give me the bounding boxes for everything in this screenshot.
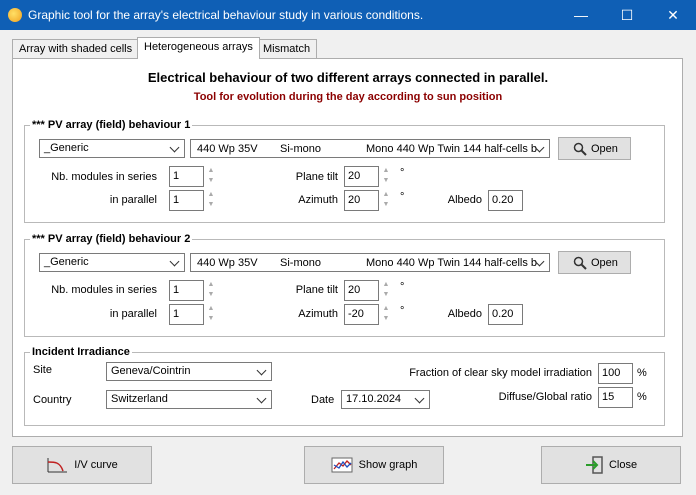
series-spinner-2[interactable]: ▲ ▼	[205, 280, 217, 301]
module-power-1: 440 Wp 35V	[197, 143, 258, 155]
open-button-1[interactable]: Open	[558, 137, 631, 160]
magnifier-icon	[573, 142, 587, 156]
graph-icon	[331, 457, 353, 473]
minimize-button[interactable]: —	[558, 0, 604, 30]
tilt-label-2: Plane tilt	[295, 284, 338, 296]
irradiance-legend: Incident Irradiance	[30, 346, 132, 358]
module-model-1: Mono 440 Wp Twin 144 half-cells b	[366, 143, 537, 155]
tilt-degree-2: °	[400, 281, 405, 293]
open-button-2[interactable]: Open	[558, 251, 631, 274]
site-value: Geneva/Cointrin	[111, 365, 191, 377]
country-label: Country	[33, 394, 72, 406]
iv-curve-icon	[47, 458, 68, 473]
module-select-2[interactable]: 440 Wp 35V Si-mono Mono 440 Wp Twin 144 …	[190, 253, 550, 272]
open-label-1: Open	[591, 142, 618, 155]
chevron-down-icon	[255, 392, 269, 407]
series-spinner-1[interactable]: ▲ ▼	[205, 166, 217, 187]
tilt-spinner-2[interactable]: ▲ ▼	[380, 280, 392, 301]
date-picker[interactable]: 17.10.2024	[341, 390, 430, 409]
series-label-1: Nb. modules in series	[51, 171, 157, 183]
albedo-input-1[interactable]: 0.20	[488, 190, 523, 211]
manufacturer-value-2: _Generic	[44, 256, 89, 268]
iv-curve-label: I/V curve	[74, 459, 118, 471]
show-graph-label: Show graph	[358, 459, 418, 471]
series-label-2: Nb. modules in series	[51, 284, 157, 296]
series-input-2[interactable]: 1	[169, 280, 204, 301]
tilt-input-1[interactable]: 20	[344, 166, 379, 187]
tab-mismatch[interactable]: Mismatch	[256, 39, 318, 59]
diffuse-ratio-percent: %	[637, 391, 647, 403]
parallel-input-2[interactable]: 1	[169, 304, 204, 325]
app-icon	[8, 8, 22, 22]
open-label-2: Open	[591, 256, 618, 269]
exit-door-icon	[585, 456, 603, 474]
tilt-spinner-1[interactable]: ▲ ▼	[380, 166, 392, 187]
tab-heterogeneous-arrays[interactable]: Heterogeneous arrays	[137, 37, 260, 59]
azimuth-input-1[interactable]: 20	[344, 190, 379, 211]
country-select[interactable]: Switzerland	[106, 390, 272, 409]
page-heading: Electrical behaviour of two different ar…	[147, 70, 549, 85]
title-bar: Graphic tool for the array's electrical …	[0, 0, 696, 30]
parallel-spinner-2[interactable]: ▲ ▼	[205, 304, 217, 325]
close-window-button[interactable]: ✕	[650, 0, 696, 30]
azimuth-spinner-1[interactable]: ▲ ▼	[380, 190, 392, 211]
module-model-2: Mono 440 Wp Twin 144 half-cells b	[366, 257, 537, 269]
albedo-input-2[interactable]: 0.20	[488, 304, 523, 325]
manufacturer-value-1: _Generic	[44, 142, 89, 154]
series-input-1[interactable]: 1	[169, 166, 204, 187]
show-graph-button[interactable]: Show graph	[304, 446, 444, 484]
chevron-down-icon	[413, 392, 427, 407]
azimuth-label-2: Azimuth	[298, 308, 338, 320]
diffuse-ratio-input[interactable]: 15	[598, 387, 633, 408]
parallel-label-1: in parallel	[109, 194, 157, 206]
chevron-down-icon	[168, 255, 182, 270]
azimuth-label-1: Azimuth	[298, 194, 338, 206]
group-1-legend: *** PV array (field) behaviour 1	[30, 119, 193, 131]
manufacturer-select-2[interactable]: _Generic	[39, 253, 185, 272]
parallel-spinner-1[interactable]: ▲ ▼	[205, 190, 217, 211]
albedo-label-2: Albedo	[447, 308, 482, 320]
azimuth-input-2[interactable]: -20	[344, 304, 379, 325]
module-select-1[interactable]: 440 Wp 35V Si-mono Mono 440 Wp Twin 144 …	[190, 139, 550, 158]
clear-sky-input[interactable]: 100	[598, 363, 633, 384]
country-value: Switzerland	[111, 393, 168, 405]
date-value: 17.10.2024	[346, 393, 402, 405]
maximize-button[interactable]: ☐	[604, 0, 650, 30]
iv-curve-button[interactable]: I/V curve	[12, 446, 152, 484]
magnifier-icon	[573, 256, 587, 270]
module-power-2: 440 Wp 35V	[197, 257, 258, 269]
albedo-label-1: Albedo	[447, 194, 482, 206]
parallel-input-1[interactable]: 1	[169, 190, 204, 211]
clear-sky-percent: %	[637, 367, 647, 379]
clear-sky-label: Fraction of clear sky model irradiation	[409, 367, 592, 379]
chevron-down-icon	[533, 255, 547, 270]
group-2-legend: *** PV array (field) behaviour 2	[30, 233, 193, 245]
module-tech-2: Si-mono	[280, 257, 321, 269]
date-label: Date	[311, 394, 335, 406]
manufacturer-select-1[interactable]: _Generic	[39, 139, 185, 158]
parallel-label-2: in parallel	[109, 308, 157, 320]
site-label: Site	[33, 364, 52, 376]
tab-array-with-shaded-cells[interactable]: Array with shaded cells	[12, 39, 140, 59]
azimuth-degree-1: °	[400, 191, 405, 203]
tilt-label-1: Plane tilt	[295, 171, 338, 183]
page-subheading: Tool for evolution during the day accord…	[193, 91, 503, 103]
module-tech-1: Si-mono	[280, 143, 321, 155]
window-title: Graphic tool for the array's electrical …	[28, 8, 424, 22]
azimuth-degree-2: °	[400, 305, 405, 317]
tilt-input-2[interactable]: 20	[344, 280, 379, 301]
close-label: Close	[608, 459, 638, 471]
chevron-down-icon	[168, 141, 182, 156]
diffuse-ratio-label: Diffuse/Global ratio	[498, 391, 592, 403]
azimuth-spinner-2[interactable]: ▲ ▼	[380, 304, 392, 325]
chevron-down-icon	[533, 141, 547, 156]
close-button[interactable]: Close	[541, 446, 681, 484]
tilt-degree-1: °	[400, 167, 405, 179]
chevron-down-icon	[255, 364, 269, 379]
site-select[interactable]: Geneva/Cointrin	[106, 362, 272, 381]
